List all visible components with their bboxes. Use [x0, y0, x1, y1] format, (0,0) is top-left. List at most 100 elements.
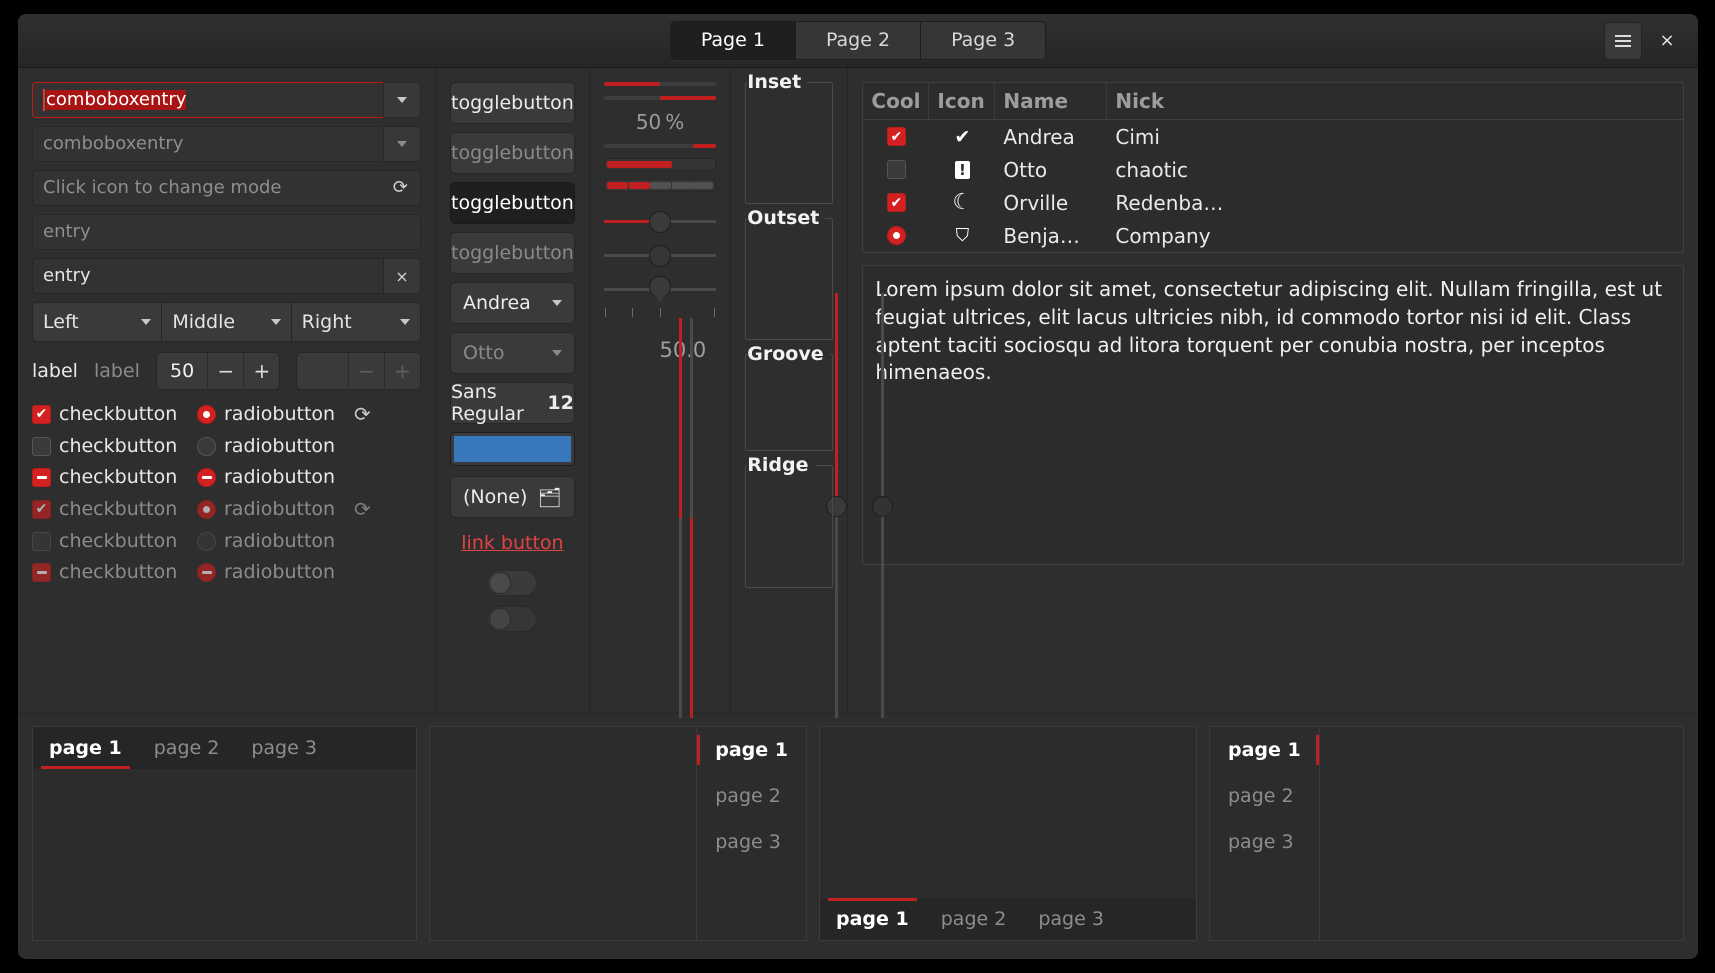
chevron-down-icon: [399, 319, 410, 325]
togglebutton-1[interactable]: togglebutton: [450, 82, 575, 124]
combo-right-label: Right: [301, 311, 352, 333]
spin-disabled-plus-button: +: [383, 353, 420, 389]
notebook-left-tab-2[interactable]: page 2: [1210, 773, 1319, 819]
check-radio-row: checkbutton radiobutton ⟳: [32, 402, 421, 426]
table-row[interactable]: ☾ Orville Redenba…: [863, 186, 1683, 219]
comboboxentry-placeholder-input[interactable]: comboboxentry: [32, 126, 383, 162]
radiobutton-3[interactable]: radiobutton: [197, 466, 342, 488]
vertical-scale-2[interactable]: [689, 318, 693, 718]
spin-plus-button[interactable]: +: [243, 353, 280, 389]
checkbutton-1[interactable]: checkbutton: [32, 403, 197, 425]
entry-with-clear[interactable]: entry ×: [32, 258, 421, 294]
tab-page-2[interactable]: Page 2: [795, 21, 922, 60]
vertical-scale-3-fill: [834, 293, 838, 506]
notebook-right-tab-1[interactable]: page 1: [697, 727, 806, 773]
switch-knob: [489, 572, 512, 594]
radiobutton-4-disabled: radiobutton: [197, 498, 342, 520]
notebook-bottom-tab-3[interactable]: page 3: [1022, 898, 1120, 940]
scale-1-handle[interactable]: [649, 211, 672, 233]
radiobutton-1[interactable]: radiobutton: [197, 403, 342, 425]
frame-outset-box: [745, 218, 834, 340]
radio-selected-icon[interactable]: [197, 404, 216, 424]
labels-and-spinners-row: label label 50 − + − +: [32, 352, 421, 390]
link-button[interactable]: link button: [450, 532, 575, 554]
checkbox-checked-icon[interactable]: [32, 404, 51, 424]
check-radio-row: checkbutton radiobutton: [32, 530, 421, 552]
notebook-top-page: [33, 769, 416, 940]
notebook-top-tab-1[interactable]: page 1: [33, 727, 138, 769]
color-button[interactable]: [450, 432, 575, 466]
notebook-left-tabbar: page 1 page 2 page 3: [1210, 727, 1319, 940]
spin-value[interactable]: 50: [156, 353, 208, 389]
tab-page-1[interactable]: Page 1: [670, 21, 796, 60]
progressbar-rtl: [603, 96, 717, 100]
notebook-bottom-tab-1[interactable]: page 1: [820, 898, 925, 940]
column-header-nick[interactable]: Nick: [1107, 83, 1683, 119]
frame-groove-box: [745, 354, 834, 451]
notebook-top-tab-2[interactable]: page 2: [138, 727, 236, 769]
switch-1[interactable]: [487, 570, 538, 596]
notebook-bottom-tab-2[interactable]: page 2: [925, 898, 1023, 940]
window-body: comboboxentry comboboxentry Click icon t…: [18, 68, 1698, 959]
scale-3-marks[interactable]: [603, 274, 717, 306]
checkbox-unchecked-icon[interactable]: [32, 436, 51, 456]
comboboxentry-disabled[interactable]: comboboxentry: [32, 126, 421, 162]
font-button[interactable]: Sans Regular 12: [450, 381, 575, 425]
combo-left[interactable]: Left: [32, 302, 162, 342]
radio-unselected-icon[interactable]: [197, 436, 216, 456]
combo-middle[interactable]: Middle: [161, 302, 291, 342]
togglebutton-4-disabled: togglebutton: [450, 232, 575, 274]
vertical-scale-1[interactable]: [678, 318, 682, 718]
scale-1[interactable]: [603, 206, 717, 238]
notebook-right-tab-2[interactable]: page 2: [697, 773, 806, 819]
file-chooser-button[interactable]: (None) 🗂: [450, 476, 575, 518]
notebook-left-tab-3[interactable]: page 3: [1210, 819, 1319, 865]
checkbutton-3[interactable]: checkbutton: [32, 466, 197, 488]
clear-button[interactable]: ×: [383, 258, 421, 294]
comboboxentry-focused[interactable]: comboboxentry: [32, 82, 421, 118]
row-radio-selected-icon[interactable]: [886, 226, 906, 245]
textview[interactable]: Lorem ipsum dolor sit amet, consectetur …: [862, 265, 1684, 565]
row-checkbox-checked-icon[interactable]: [886, 127, 906, 146]
cell-name: Otto: [1003, 157, 1048, 182]
column-header-cool[interactable]: Cool: [863, 83, 930, 119]
progressbar-ltr: [603, 82, 717, 86]
combo-right[interactable]: Right: [290, 302, 421, 342]
notebook-left-tab-1[interactable]: page 1: [1210, 727, 1319, 773]
comboboxentry-disabled-dropdown-button[interactable]: [383, 126, 421, 162]
notebook-top-tab-3[interactable]: page 3: [235, 727, 333, 769]
plain-entry[interactable]: entry: [32, 214, 421, 250]
levelbar-block-2: [628, 182, 650, 189]
chevron-down-icon: [397, 141, 407, 147]
togglebutton-3-active[interactable]: togglebutton: [450, 182, 575, 224]
spin-button[interactable]: 50 − +: [155, 352, 281, 390]
table-row[interactable]: ! Otto chaotic: [863, 153, 1683, 186]
row-checkbox-unchecked-icon[interactable]: [886, 160, 906, 179]
mode-entry[interactable]: Click icon to change mode ⟳: [32, 170, 421, 206]
table-row[interactable]: ✔ Andrea Cimi: [863, 120, 1683, 153]
notebook-right-tab-3[interactable]: page 3: [697, 819, 806, 865]
clear-entry-input[interactable]: entry: [32, 258, 383, 294]
comboboxentry-dropdown-button[interactable]: [383, 82, 421, 118]
close-button[interactable]: ×: [1648, 22, 1686, 60]
menu-button[interactable]: [1604, 21, 1642, 60]
column-header-icon[interactable]: Icon: [929, 83, 996, 119]
scales-column: 50 % 50.0: [590, 68, 893, 718]
radio-indeterminate-icon[interactable]: [197, 467, 216, 487]
row-checkbox-checked-icon[interactable]: [886, 193, 906, 212]
vertical-scale-3[interactable]: [825, 293, 847, 718]
entries-column: comboboxentry comboboxentry Click icon t…: [18, 68, 436, 713]
scale-3-handle[interactable]: [649, 276, 672, 304]
spin-minus-button[interactable]: −: [207, 353, 244, 389]
column-header-name[interactable]: Name: [995, 83, 1108, 119]
checkbutton-2[interactable]: checkbutton: [32, 435, 197, 457]
refresh-icon[interactable]: ⟳: [393, 179, 408, 197]
tab-page-3[interactable]: Page 3: [921, 21, 1046, 60]
combobox-andrea[interactable]: Andrea: [450, 282, 575, 324]
table-row[interactable]: ⛉ Benja… Company: [863, 219, 1683, 252]
checkbox-indeterminate-icon[interactable]: [32, 467, 51, 487]
check-radio-row: checkbutton radiobutton: [32, 466, 421, 488]
comboboxentry-input[interactable]: comboboxentry: [32, 82, 383, 118]
treeview[interactable]: Cool Icon Name Nick ✔ Andrea Cimi !: [862, 82, 1684, 253]
radiobutton-2[interactable]: radiobutton: [197, 435, 342, 457]
